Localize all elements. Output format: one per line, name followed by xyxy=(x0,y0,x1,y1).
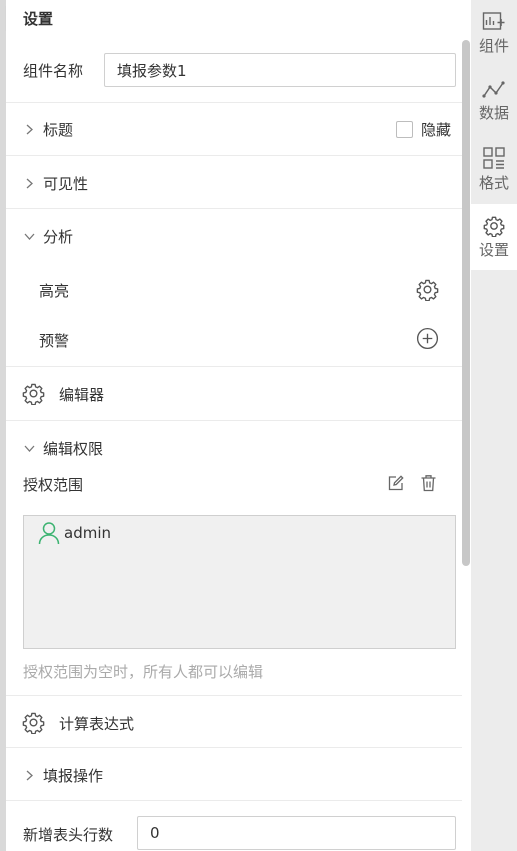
edit-permission-section-label: 编辑权限 xyxy=(43,439,104,458)
data-icon xyxy=(482,80,505,98)
divider xyxy=(6,155,462,156)
divider xyxy=(6,800,462,801)
highlight-settings-button[interactable] xyxy=(416,278,439,305)
user-icon xyxy=(38,522,60,545)
component-icon xyxy=(482,11,505,30)
plus-circle-icon xyxy=(416,327,439,350)
editor-row[interactable]: 编辑器 xyxy=(6,380,462,408)
edit-auth-button[interactable] xyxy=(387,475,404,496)
hide-label: 隐藏 xyxy=(421,120,452,139)
add-warning-button[interactable] xyxy=(416,327,439,354)
fill-operation-section-header[interactable]: 填报操作 xyxy=(6,762,462,788)
visibility-section-label: 可见性 xyxy=(43,174,89,193)
divider xyxy=(6,102,462,103)
chevron-right-icon xyxy=(23,769,35,781)
analysis-section-label: 分析 xyxy=(43,227,74,246)
warning-row: 预警 xyxy=(6,327,462,353)
delete-auth-button[interactable] xyxy=(420,474,437,496)
calc-expression-settings-button[interactable] xyxy=(22,711,45,738)
edit-permission-section-header[interactable]: 编辑权限 xyxy=(6,435,462,461)
gear-icon xyxy=(483,216,505,237)
tab-component-label: 组件 xyxy=(478,36,509,55)
divider xyxy=(6,366,462,367)
chevron-right-icon xyxy=(23,177,35,189)
chevron-down-icon xyxy=(23,230,35,242)
hide-checkbox-group[interactable]: 隐藏 xyxy=(396,119,451,140)
calc-expression-row[interactable]: 计算表达式 xyxy=(6,709,462,737)
fill-operation-section-label: 填报操作 xyxy=(43,766,104,785)
tab-format[interactable]: 格式 xyxy=(471,136,517,202)
component-name-label: 组件名称 xyxy=(23,61,84,80)
tab-settings[interactable]: 设置 xyxy=(471,204,517,270)
divider xyxy=(6,420,462,421)
title-section-header[interactable]: 标题 隐藏 xyxy=(6,116,462,142)
auth-user-list[interactable]: admin xyxy=(23,515,456,649)
highlight-row: 高亮 xyxy=(6,277,462,303)
title-section-label: 标题 xyxy=(43,120,74,139)
auth-user-item[interactable]: admin xyxy=(38,521,111,545)
new-header-rows-input[interactable]: 0 xyxy=(137,816,456,850)
panel-scrollbar[interactable] xyxy=(462,40,470,566)
calc-expression-label: 计算表达式 xyxy=(59,714,135,733)
tab-format-label: 格式 xyxy=(478,173,509,192)
edit-icon xyxy=(388,475,404,491)
editor-settings-button[interactable] xyxy=(22,382,45,409)
auth-hint: 授权范围为空时，所有人都可以编辑 xyxy=(23,663,264,681)
component-name-input[interactable]: 填报参数1 xyxy=(104,53,456,87)
visibility-section-header[interactable]: 可见性 xyxy=(6,170,462,196)
auth-scope-row: 授权范围 xyxy=(6,471,462,497)
tab-settings-label: 设置 xyxy=(478,240,509,259)
warning-label: 预警 xyxy=(39,331,70,350)
chevron-down-icon xyxy=(23,442,35,454)
auth-scope-label: 授权范围 xyxy=(23,475,84,494)
tab-component[interactable]: 组件 xyxy=(471,0,517,66)
right-tab-bar: 组件 数据 格式 设置 xyxy=(471,0,517,851)
chevron-right-icon xyxy=(23,123,35,135)
new-header-rows-label: 新增表头行数 xyxy=(23,825,114,844)
tab-data-label: 数据 xyxy=(478,103,509,122)
analysis-section-header[interactable]: 分析 xyxy=(6,223,462,249)
highlight-label: 高亮 xyxy=(39,281,70,300)
hide-checkbox[interactable] xyxy=(396,120,413,138)
gear-icon xyxy=(416,279,439,302)
divider xyxy=(6,747,462,748)
gear-icon xyxy=(22,383,45,406)
editor-label: 编辑器 xyxy=(59,385,105,404)
panel-title: 设置 xyxy=(23,10,54,28)
settings-panel: 设置 组件名称 填报参数1 标题 隐藏 可见性 分析 高亮 预警 编辑器 编辑权… xyxy=(6,0,462,851)
tab-data[interactable]: 数据 xyxy=(471,68,517,134)
auth-user-name: admin xyxy=(64,524,111,542)
divider xyxy=(6,695,462,696)
divider xyxy=(6,208,462,209)
trash-icon xyxy=(421,475,436,492)
gear-icon xyxy=(22,712,45,735)
format-icon xyxy=(483,146,505,169)
